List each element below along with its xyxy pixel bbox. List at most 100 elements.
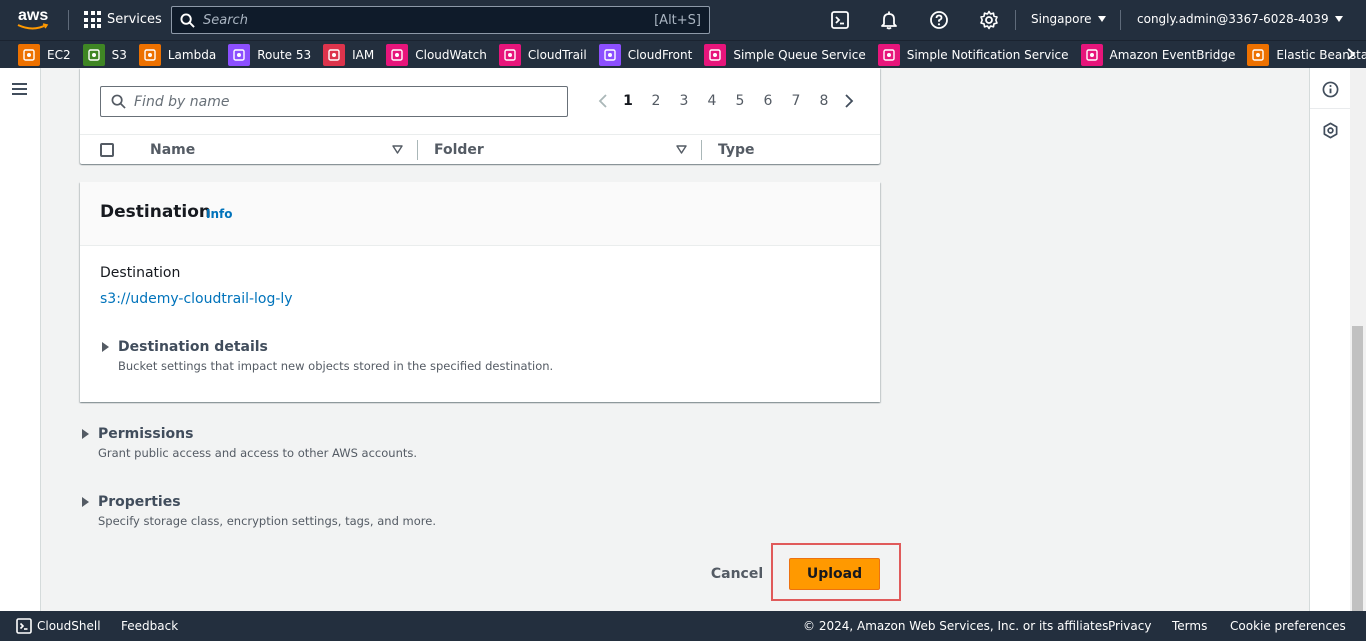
footer-feedback-link[interactable]: Feedback: [121, 619, 178, 633]
favorite-label: Route 53: [257, 47, 312, 62]
favorite-iam[interactable]: IAM: [323, 43, 375, 66]
caret-right-icon: [82, 497, 89, 507]
destination-title: Destination: [100, 202, 212, 222]
service-icon: [1080, 43, 1103, 66]
properties-description: Specify storage class, encryption settin…: [98, 514, 436, 528]
select-all-checkbox[interactable]: [100, 143, 114, 157]
services-label: Services: [107, 12, 162, 27]
column-divider[interactable]: [417, 140, 418, 160]
page-3-button[interactable]: 3: [670, 93, 698, 109]
favorite-cloudtrail[interactable]: CloudTrail: [498, 43, 587, 66]
column-header-folder[interactable]: Folder: [434, 142, 484, 158]
favorite-lambda[interactable]: Lambda: [138, 43, 216, 66]
destination-panel: Destination Info Destination s3://udemy-…: [80, 182, 880, 402]
next-page-button[interactable]: [838, 90, 860, 112]
favorite-route-53[interactable]: Route 53: [228, 43, 312, 66]
properties-expander[interactable]: Properties Specify storage class, encryp…: [82, 494, 436, 528]
region-label: Singapore: [1031, 12, 1092, 26]
page-8-button[interactable]: 8: [810, 93, 838, 109]
help-icon[interactable]: [929, 10, 949, 30]
favorites-scroll-right-icon[interactable]: [1344, 47, 1358, 61]
page-6-button[interactable]: 6: [754, 93, 782, 109]
settings-gear-icon[interactable]: [979, 10, 999, 30]
favorite-label: IAM: [352, 47, 375, 62]
page-5-button[interactable]: 5: [726, 93, 754, 109]
favorite-label: CloudWatch: [415, 47, 487, 62]
services-menu-button[interactable]: Services: [84, 11, 162, 28]
favorite-label: CloudTrail: [527, 47, 587, 62]
permissions-title: Permissions: [98, 426, 194, 442]
caret-down-icon: [1097, 16, 1106, 22]
nav-divider: [68, 10, 69, 30]
destination-header: Destination Info: [80, 182, 880, 246]
destination-bucket-link[interactable]: s3://udemy-cloudtrail-log-ly: [100, 291, 293, 307]
service-icon: [82, 43, 105, 66]
page-2-button[interactable]: 2: [642, 93, 670, 109]
sort-caret-down-icon[interactable]: [676, 144, 687, 155]
region-selector[interactable]: Singapore: [1031, 12, 1106, 26]
search-placeholder: Search: [203, 12, 248, 28]
favorite-label: Amazon EventBridge: [1109, 47, 1236, 62]
nav-divider: [1120, 10, 1121, 30]
page-4-button[interactable]: 4: [698, 93, 726, 109]
cloudshell-icon[interactable]: [16, 618, 32, 634]
service-icon: [386, 43, 409, 66]
favorite-cloudfront[interactable]: CloudFront: [598, 43, 693, 66]
favorite-amazon-eventbridge[interactable]: Amazon EventBridge: [1080, 43, 1236, 66]
favorite-label: Simple Queue Service: [733, 47, 866, 62]
footer-terms-link[interactable]: Terms: [1172, 619, 1207, 633]
search-icon: [180, 12, 195, 28]
service-icon: [498, 43, 521, 66]
chevron-left-icon: [598, 94, 607, 108]
favorite-cloudwatch[interactable]: CloudWatch: [386, 43, 487, 66]
column-header-type[interactable]: Type: [718, 142, 755, 158]
favorite-simple-notification-service[interactable]: Simple Notification Service: [877, 43, 1069, 66]
footer-privacy-link[interactable]: Privacy: [1108, 619, 1151, 633]
destination-details-expander[interactable]: Destination details Bucket settings that…: [102, 339, 553, 373]
favorite-simple-queue-service[interactable]: Simple Queue Service: [704, 43, 866, 66]
service-icon: [704, 43, 727, 66]
page-scrollbar-thumb[interactable]: [1352, 326, 1363, 611]
column-divider[interactable]: [701, 140, 702, 160]
aws-logo[interactable]: aws: [14, 7, 54, 33]
footer-copyright: © 2024, Amazon Web Services, Inc. or its…: [803, 619, 1113, 633]
cancel-button[interactable]: Cancel: [708, 563, 766, 585]
destination-info-link[interactable]: Info: [206, 207, 232, 221]
destination-details-title: Destination details: [118, 339, 268, 355]
account-menu[interactable]: congly.admin@3367-6028-4039: [1137, 12, 1343, 26]
global-search-input[interactable]: Search [Alt+S]: [171, 6, 710, 34]
destination-label: Destination: [100, 265, 181, 281]
page-7-button[interactable]: 7: [782, 93, 810, 109]
search-shortcut: [Alt+S]: [654, 12, 701, 28]
menu-hamburger-icon[interactable]: [12, 83, 27, 95]
caret-down-icon: [1334, 16, 1343, 22]
permissions-expander[interactable]: Permissions Grant public access and acce…: [82, 426, 417, 460]
service-icon: [18, 43, 40, 66]
sort-caret-down-icon[interactable]: [392, 144, 403, 155]
favorites-bar: EC2 S3 Lambda Route 53 IAM CloudWatch CloudTra…: [0, 40, 1366, 68]
footer-cookie-preferences-link[interactable]: Cookie preferences: [1230, 619, 1346, 633]
favorite-label: S3: [111, 47, 127, 62]
page-1-button[interactable]: 1: [614, 93, 642, 109]
tools-panel-strip: [1309, 68, 1350, 611]
caret-right-icon: [82, 429, 89, 439]
notifications-bell-icon[interactable]: [879, 10, 899, 30]
favorite-s3[interactable]: S3: [82, 43, 127, 66]
cloudshell-icon[interactable]: [830, 10, 850, 30]
column-header-name[interactable]: Name: [150, 142, 195, 158]
grid-icon: [84, 11, 101, 28]
destination-details-description: Bucket settings that impact new objects …: [118, 359, 554, 373]
pagination: 12345678: [592, 90, 860, 112]
previous-page-button[interactable]: [592, 90, 614, 112]
upload-button[interactable]: Upload: [789, 558, 880, 590]
favorite-label: CloudFront: [627, 47, 693, 62]
info-icon[interactable]: [1322, 81, 1339, 98]
side-navigation-strip: [0, 68, 41, 611]
hexagon-settings-icon[interactable]: [1322, 122, 1339, 139]
favorite-ec2[interactable]: EC2: [18, 43, 71, 66]
favorite-label: Simple Notification Service: [906, 47, 1069, 62]
service-icon: [228, 43, 251, 66]
footer-cloudshell-link[interactable]: CloudShell: [37, 619, 101, 633]
top-navigation: aws Services Search [Alt+S] Singapore co…: [0, 0, 1366, 40]
find-by-name-input[interactable]: Find by name: [100, 86, 568, 117]
